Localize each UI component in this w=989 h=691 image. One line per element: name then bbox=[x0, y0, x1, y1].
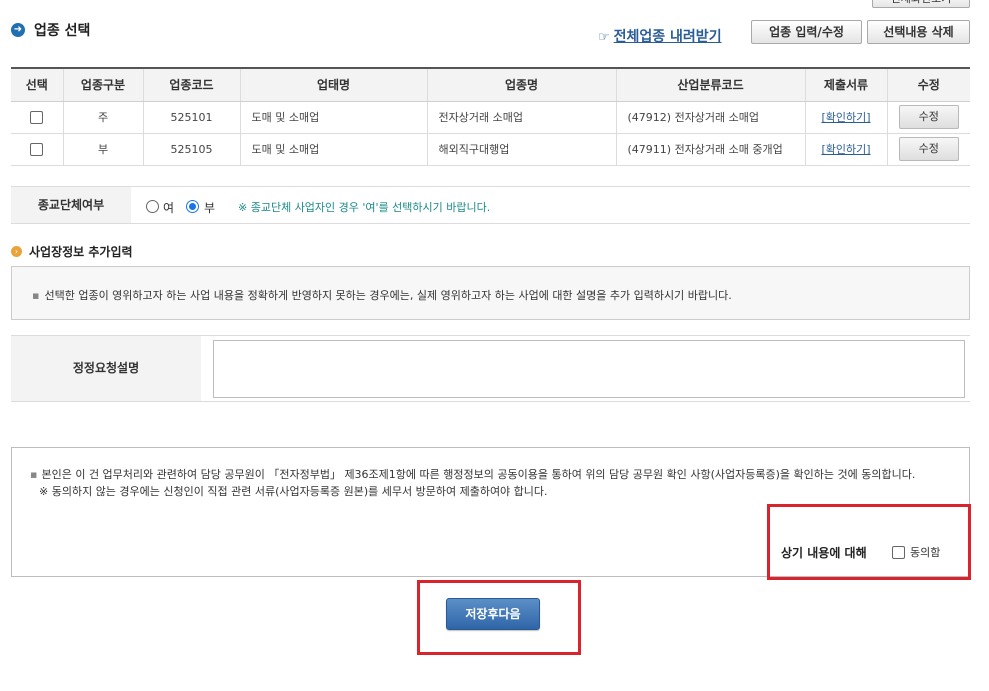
business-type: 도매 및 소매업 bbox=[239, 133, 427, 166]
row-select-checkbox[interactable] bbox=[30, 142, 44, 156]
full-view-button[interactable]: 전체화면보기 bbox=[872, 0, 970, 8]
column-header: 업종코드 bbox=[142, 68, 240, 102]
industry-type: 부 bbox=[62, 133, 143, 166]
edit-row-button[interactable]: 수정 bbox=[898, 137, 959, 161]
consent-statement: 본인은 이 건 업무처리와 관련하여 담당 공무원이 「전자정부법」 제36조제… bbox=[41, 468, 916, 481]
bullet-icon: ▪ bbox=[30, 468, 38, 481]
table-row: 주 525101 도매 및 소매업 전자상거래 소매업 (47912) 전자상거… bbox=[11, 101, 970, 134]
consent-text: ▪ 본인은 이 건 업무처리와 관련하여 담당 공무원이 「전자정부법」 제36조… bbox=[30, 466, 950, 500]
delete-selected-button[interactable]: 선택내용 삭제 bbox=[867, 20, 970, 44]
religious-note: ※ 종교단체 사업자인 경우 '여'를 선택하시기 바랍니다. bbox=[238, 201, 491, 214]
arrow-circle-icon: ➜ bbox=[11, 23, 25, 37]
column-header: 업종구분 bbox=[62, 68, 143, 102]
consent-line: ▪ 본인은 이 건 업무처리와 관련하여 담당 공무원이 「전자정부법」 제36조… bbox=[30, 466, 950, 483]
chevron-circle-icon: › bbox=[11, 246, 22, 257]
confirm-documents-link[interactable]: [확인하기] bbox=[821, 111, 870, 124]
industry-code: 525105 bbox=[142, 133, 240, 166]
correction-description-label: 정정요청설명 bbox=[11, 336, 201, 401]
industry-table: 선택 업종구분 업종코드 업태명 업종명 산업분류코드 제출서류 수정 주 52… bbox=[11, 67, 970, 166]
industry-name: 해외직구대행업 bbox=[426, 133, 616, 166]
religious-yes-label: 여 bbox=[163, 201, 175, 215]
bullet-icon: ▪ bbox=[32, 289, 40, 302]
industry-code: 525101 bbox=[142, 101, 240, 134]
highlight-frame-agree bbox=[767, 504, 971, 580]
industry-type: 주 bbox=[62, 101, 143, 134]
download-all-industries-link[interactable]: ☞ 전체업종 내려받기 bbox=[598, 26, 722, 46]
correction-description-input[interactable] bbox=[213, 340, 965, 398]
save-and-next-button[interactable]: 저장후다음 bbox=[446, 598, 540, 630]
column-header: 수정 bbox=[886, 68, 970, 102]
consent-note: ※ 동의하지 않는 경우에는 신청인이 직접 관련 서류(사업자등록증 원본)를… bbox=[39, 485, 548, 498]
download-link-label: 전체업종 내려받기 bbox=[613, 29, 722, 45]
religious-org-row: 종교단체여부 여 부 ※ 종교단체 사업자인 경우 '여'를 선택하시기 바랍니… bbox=[11, 186, 970, 224]
correction-description-row: 정정요청설명 bbox=[11, 335, 970, 402]
column-header: 제출서류 bbox=[804, 68, 887, 102]
religious-no-label: 부 bbox=[204, 201, 216, 215]
column-header: 업태명 bbox=[239, 68, 427, 102]
extra-info-title: 사업장정보 추가입력 bbox=[29, 245, 133, 259]
industry-class-code: (47911) 전자상거래 소매 중개업 bbox=[627, 143, 783, 156]
confirm-documents-link[interactable]: [확인하기] bbox=[821, 143, 870, 156]
extra-info-text: ▪ 선택한 업종이 영위하고자 하는 사업 내용을 정확하게 반영하지 못하는 경… bbox=[32, 287, 732, 303]
section-header: ➜ 업종 선택 bbox=[11, 20, 90, 40]
row-select-checkbox[interactable] bbox=[30, 110, 44, 124]
religious-no-radio[interactable] bbox=[186, 200, 199, 213]
extra-info-header: › 사업장정보 추가입력 bbox=[11, 243, 133, 260]
extra-info-message: 선택한 업종이 영위하고자 하는 사업 내용을 정확하게 반영하지 못하는 경우… bbox=[44, 289, 732, 302]
pointing-hand-icon: ☞ bbox=[598, 30, 610, 45]
extra-info-box: ▪ 선택한 업종이 영위하고자 하는 사업 내용을 정확하게 반영하지 못하는 경… bbox=[11, 266, 970, 320]
industry-class-code: (47912) 전자상거래 소매업 bbox=[627, 111, 760, 124]
table-header-row: 선택 업종구분 업종코드 업태명 업종명 산업분류코드 제출서류 수정 bbox=[11, 68, 970, 102]
table-row: 부 525105 도매 및 소매업 해외직구대행업 (47911) 전자상거래 … bbox=[11, 133, 970, 166]
industry-input-edit-button[interactable]: 업종 입력/수정 bbox=[751, 20, 862, 44]
column-header: 선택 bbox=[11, 68, 63, 102]
business-type: 도매 및 소매업 bbox=[239, 101, 427, 134]
religious-yes-radio[interactable] bbox=[146, 200, 159, 213]
industry-name: 전자상거래 소매업 bbox=[426, 101, 616, 134]
column-header: 산업분류코드 bbox=[615, 68, 805, 102]
edit-row-button[interactable]: 수정 bbox=[898, 105, 959, 129]
section-title: 업종 선택 bbox=[34, 23, 91, 39]
column-header: 업종명 bbox=[426, 68, 616, 102]
religious-org-label: 종교단체여부 bbox=[11, 187, 131, 223]
